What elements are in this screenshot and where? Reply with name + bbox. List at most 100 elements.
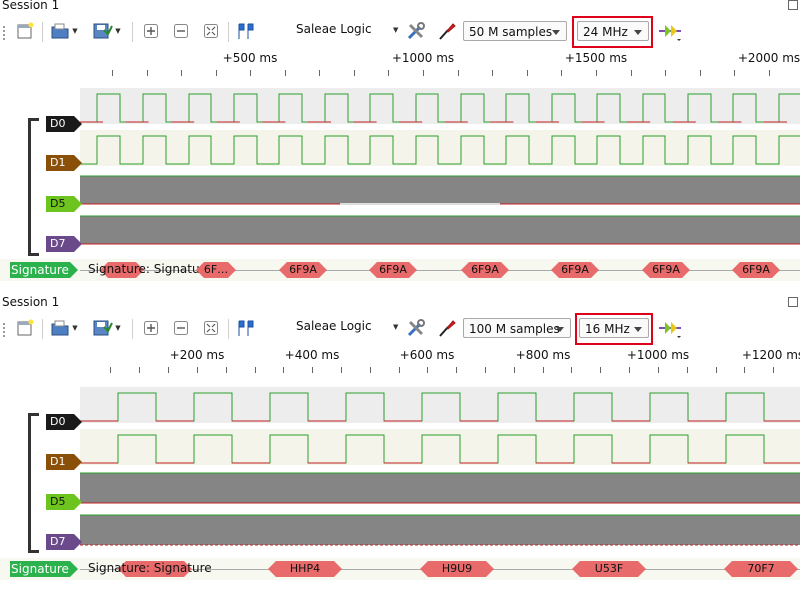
save-button[interactable]: ▼ <box>88 18 124 44</box>
channel-d7-waveform[interactable] <box>80 513 800 547</box>
restore-icon[interactable] <box>788 297 798 307</box>
channel-d5-waveform[interactable] <box>80 174 800 206</box>
marker-icon <box>238 23 254 39</box>
chevron-down-icon: ▼ <box>115 27 121 35</box>
channel-label-d5[interactable]: D5 <box>46 494 82 510</box>
chevron-down-icon: ▼ <box>115 324 121 332</box>
new-session-icon <box>17 22 34 39</box>
settings-icon <box>407 22 425 40</box>
toolbar-grip[interactable] <box>3 323 8 337</box>
settings-button[interactable] <box>404 18 428 44</box>
signature-packet[interactable]: 6F9A <box>642 262 690 278</box>
signature-label[interactable]: Signature <box>10 262 78 278</box>
signature-packet[interactable]: 6F… <box>196 262 236 278</box>
channel-d0-waveform[interactable] <box>80 387 800 423</box>
open-icon <box>51 320 69 336</box>
zoom-out-button[interactable] <box>170 315 192 341</box>
zoom-fit-button[interactable] <box>200 315 222 341</box>
signature-packet[interactable]: 6F9A <box>551 262 599 278</box>
signature-packet[interactable]: 6F9A <box>369 262 417 278</box>
channel-label-d1[interactable]: D1 <box>46 454 82 470</box>
signature-packet[interactable]: 6F9A <box>732 262 780 278</box>
probe-button[interactable] <box>436 18 458 44</box>
chevron-down-icon <box>556 327 564 332</box>
settings-button[interactable] <box>404 315 428 341</box>
channel-label-d5[interactable]: D5 <box>46 196 82 212</box>
ruler-label: +400 ms <box>284 348 340 362</box>
signature-label[interactable]: Signature <box>10 561 78 577</box>
signature-packet[interactable]: H9U9 <box>420 561 494 577</box>
probe-button[interactable] <box>436 315 458 341</box>
signature-row[interactable]: Signature Signature: Signature HHP4 H9U9… <box>0 558 800 580</box>
time-ruler[interactable]: +200 ms +400 ms +600 ms +800 ms +1000 ms… <box>0 347 800 377</box>
highlight-box <box>572 16 653 48</box>
zoom-in-icon <box>144 24 158 38</box>
start-button[interactable] <box>656 315 684 341</box>
device-dropdown-icon[interactable]: ▼ <box>393 323 398 331</box>
samples-select[interactable]: 100 M samples <box>463 318 571 338</box>
new-session-icon <box>17 319 34 336</box>
toolbar: ▼ ▼ Saleae Logic ▼ 100 M samples 16 MHz <box>0 309 800 345</box>
save-icon <box>93 23 114 39</box>
marker-icon <box>238 320 254 336</box>
signature-packet[interactable]: HHP4 <box>268 561 342 577</box>
channel-group-bracket <box>28 413 39 553</box>
session-title: Session 1 <box>2 295 60 309</box>
zoom-fit-icon <box>204 321 218 335</box>
settings-icon <box>407 319 425 337</box>
session-panel-2: Session 1 ▼ ▼ Saleae Logic ▼ 100 M sampl… <box>0 295 800 591</box>
open-button[interactable]: ▼ <box>48 18 80 44</box>
signature-text: Signature: Signature <box>88 262 212 276</box>
samples-value: 100 M samples <box>469 322 560 336</box>
zoom-in-button[interactable] <box>140 18 162 44</box>
chevron-down-icon <box>552 30 560 35</box>
ruler-label: +1000 ms <box>391 51 455 65</box>
new-session-button[interactable] <box>14 18 36 44</box>
channel-d0-waveform[interactable] <box>80 88 800 124</box>
channel-label-d0[interactable]: D0 <box>46 116 82 132</box>
channel-label-d7[interactable]: D7 <box>46 236 82 252</box>
toolbar-grip[interactable] <box>3 26 8 40</box>
save-button[interactable]: ▼ <box>88 315 124 341</box>
device-label: Saleae Logic <box>296 319 372 333</box>
signature-text: Signature: Signature <box>88 561 212 575</box>
session-title: Session 1 <box>2 0 60 12</box>
channel-label-d0[interactable]: D0 <box>46 414 82 430</box>
channel-d1-waveform[interactable] <box>80 130 800 166</box>
signature-row[interactable]: Signature Signature: Signature 6F… 6F9A … <box>0 259 800 281</box>
zoom-out-icon <box>174 24 188 38</box>
signature-packet[interactable]: 6F9A <box>279 262 327 278</box>
zoom-out-button[interactable] <box>170 18 192 44</box>
open-icon <box>51 23 69 39</box>
new-session-button[interactable] <box>14 315 36 341</box>
time-ruler[interactable]: +500 ms +1000 ms +1500 ms +2000 ms <box>0 50 800 80</box>
zoom-fit-icon <box>204 24 218 38</box>
ruler-label: +200 ms <box>169 348 225 362</box>
samples-select[interactable]: 50 M samples <box>463 21 567 41</box>
zoom-in-button[interactable] <box>140 315 162 341</box>
ruler-label: +500 ms <box>222 51 278 65</box>
marker-button[interactable] <box>234 18 258 44</box>
signature-packet[interactable]: U53F <box>572 561 646 577</box>
channel-label-d1[interactable]: D1 <box>46 155 82 171</box>
chevron-down-icon: ▼ <box>72 324 78 332</box>
probe-icon <box>439 23 456 40</box>
zoom-fit-button[interactable] <box>200 18 222 44</box>
save-icon <box>93 320 114 336</box>
channel-label-d7[interactable]: D7 <box>46 534 82 550</box>
ruler-label: +1200 ms <box>741 348 800 362</box>
device-dropdown-icon[interactable]: ▼ <box>393 26 398 34</box>
start-icon <box>659 25 681 41</box>
start-button[interactable] <box>656 18 684 44</box>
ruler-label: +2000 ms <box>737 51 800 65</box>
channel-d1-waveform[interactable] <box>80 429 800 465</box>
open-button[interactable]: ▼ <box>48 315 80 341</box>
toolbar: ▼ ▼ Saleae Logic ▼ 50 M samples 24 MHz <box>0 12 800 48</box>
channel-d7-waveform[interactable] <box>80 214 800 246</box>
restore-icon[interactable] <box>788 0 798 10</box>
channel-d5-waveform[interactable] <box>80 471 800 505</box>
marker-button[interactable] <box>234 315 258 341</box>
signature-packet[interactable]: 70F7 <box>724 561 798 577</box>
ruler-label: +1000 ms <box>626 348 690 362</box>
signature-packet[interactable]: 6F9A <box>461 262 509 278</box>
